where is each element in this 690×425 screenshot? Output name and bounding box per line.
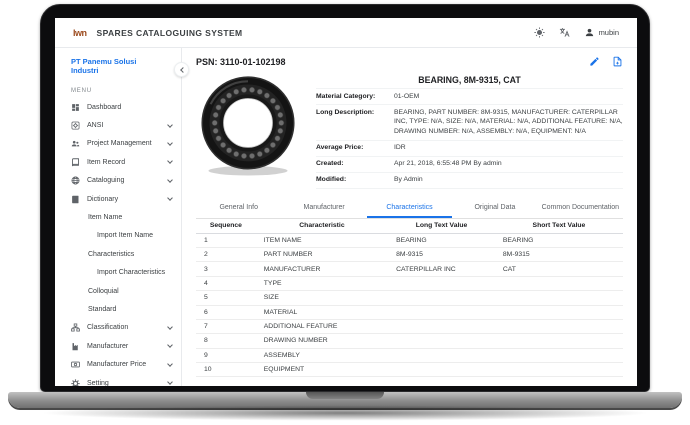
sidebar-item-item-record[interactable]: Item Record: [55, 153, 181, 171]
sidebar-collapse-button[interactable]: [174, 62, 189, 77]
dictionary-icon: [71, 195, 80, 204]
chevron-down-icon: [167, 324, 173, 330]
sidebar-subitem-characteristics[interactable]: Characteristics: [55, 245, 181, 263]
sidebar-item-dashboard[interactable]: Dashboard: [55, 98, 181, 116]
person-icon: [584, 27, 595, 38]
manufacturer-price-icon: [71, 360, 80, 369]
main-content: PSN: 3110-01-102198: [182, 48, 637, 386]
product-details: Material Category: 01-OEM Long Descripti…: [316, 88, 623, 189]
table-header-row: Sequence Characteristic Long Text Value …: [196, 219, 623, 233]
manufacturer-icon: [71, 342, 80, 351]
column-header-short-text-value: Short Text Value: [495, 219, 623, 233]
table-row[interactable]: 9 ASSEMBLY: [196, 348, 623, 362]
detail-row: Modified: By Admin: [316, 172, 623, 188]
item-record-icon: [71, 158, 80, 167]
bearing-product-image: [196, 73, 300, 177]
chevron-down-icon: [167, 361, 173, 367]
dashboard-icon: [71, 103, 80, 112]
column-header-long-text-value: Long Text Value: [388, 219, 495, 233]
organization-name: PT Panemu Solusi Industri: [55, 57, 181, 75]
sidebar-subitem-import-characteristics[interactable]: Import Characteristics: [55, 264, 181, 282]
table-row[interactable]: 4 TYPE: [196, 276, 623, 290]
chevron-down-icon: [167, 379, 173, 385]
sidebar-subitem-colloquial[interactable]: Colloquial: [55, 282, 181, 300]
table-row[interactable]: 8 DRAWING NUMBER: [196, 334, 623, 348]
detail-row: Long Description: BEARING, PART NUMBER: …: [316, 105, 623, 141]
chevron-left-icon: [180, 67, 186, 73]
detail-row: Material Category: 01-OEM: [316, 89, 623, 105]
table-row[interactable]: 2 PART NUMBER 8M-9315 8M-9315: [196, 248, 623, 262]
table-row[interactable]: 7 ADDITIONAL FEATURE: [196, 319, 623, 333]
detail-tabs: General Info Manufacturer Characteristic…: [196, 198, 623, 219]
laptop-base-notch: [306, 392, 384, 399]
translate-icon[interactable]: [559, 27, 570, 38]
detail-row: Average Price: IDR: [316, 140, 623, 156]
product-title: BEARING, 8M-9315, CAT: [316, 75, 623, 85]
chevron-down-icon: [167, 342, 173, 348]
table-row[interactable]: 10 EQUIPMENT: [196, 363, 623, 377]
chevron-down-icon: [167, 140, 173, 146]
menu-section-label: MENU: [55, 88, 181, 94]
column-header-characteristic: Characteristic: [256, 219, 388, 233]
app-logo: lwn: [73, 28, 87, 38]
user-menu[interactable]: mubin: [584, 27, 619, 38]
project-management-icon: [71, 139, 80, 148]
username: mubin: [599, 28, 619, 37]
sidebar-item-ansi[interactable]: ANSI: [55, 116, 181, 134]
sidebar-subitem-item-name[interactable]: Item Name: [55, 208, 181, 226]
chevron-down-icon: [167, 122, 173, 128]
setting-icon: [71, 379, 80, 386]
characteristics-table: Sequence Characteristic Long Text Value …: [196, 219, 623, 378]
sidebar-item-manufacturer-price[interactable]: Manufacturer Price: [55, 355, 181, 373]
table-row[interactable]: 1 ITEM NAME BEARING BEARING: [196, 233, 623, 247]
chevron-down-icon: [167, 195, 173, 201]
column-header-sequence: Sequence: [196, 219, 256, 233]
chevron-down-icon: [167, 177, 173, 183]
edit-icon[interactable]: [589, 56, 600, 67]
detail-row: Created: Apr 21, 2018, 6:55:48 PM By adm…: [316, 156, 623, 172]
sidebar-item-setting[interactable]: Setting: [55, 374, 181, 386]
classification-icon: [71, 323, 80, 332]
ansi-icon: [71, 121, 80, 130]
tab-original-data[interactable]: Original Data: [452, 198, 537, 218]
sidebar-item-manufacturer[interactable]: Manufacturer: [55, 337, 181, 355]
app-window: lwn SPARES CATALOGUING SYSTEM mubin PT P…: [55, 18, 637, 386]
brightness-icon[interactable]: [534, 27, 545, 38]
table-row[interactable]: 3 MANUFACTURER CATERPILLAR INC CAT: [196, 262, 623, 276]
tab-characteristics[interactable]: Characteristics: [367, 198, 452, 218]
tab-manufacturer[interactable]: Manufacturer: [281, 198, 366, 218]
laptop-mockup: lwn SPARES CATALOGUING SYSTEM mubin PT P…: [0, 0, 690, 425]
sidebar-item-classification[interactable]: Classification: [55, 319, 181, 337]
app-title: SPARES CATALOGUING SYSTEM: [97, 28, 243, 38]
sidebar: PT Panemu Solusi Industri MENU Dashboard…: [55, 48, 182, 386]
sidebar-item-project-management[interactable]: Project Management: [55, 135, 181, 153]
chevron-down-icon: [167, 159, 173, 165]
tab-common-documentation[interactable]: Common Documentation: [538, 198, 623, 218]
tab-general-info[interactable]: General Info: [196, 198, 281, 218]
laptop-screen-bezel: lwn SPARES CATALOGUING SYSTEM mubin PT P…: [40, 4, 650, 392]
export-document-icon[interactable]: [612, 56, 623, 67]
cataloguing-icon: [71, 176, 80, 185]
psn-heading: PSN: 3110-01-102198: [196, 57, 286, 67]
app-topbar: lwn SPARES CATALOGUING SYSTEM mubin: [55, 18, 637, 48]
sidebar-subitem-import-item-name[interactable]: Import Item Name: [55, 227, 181, 245]
sidebar-item-cataloguing[interactable]: Cataloguing: [55, 172, 181, 190]
table-row[interactable]: 5 SIZE: [196, 291, 623, 305]
laptop-shadow: [30, 405, 660, 421]
table-row[interactable]: 6 MATERIAL: [196, 305, 623, 319]
sidebar-item-dictionary[interactable]: Dictionary: [55, 190, 181, 208]
sidebar-subitem-standard[interactable]: Standard: [55, 300, 181, 318]
